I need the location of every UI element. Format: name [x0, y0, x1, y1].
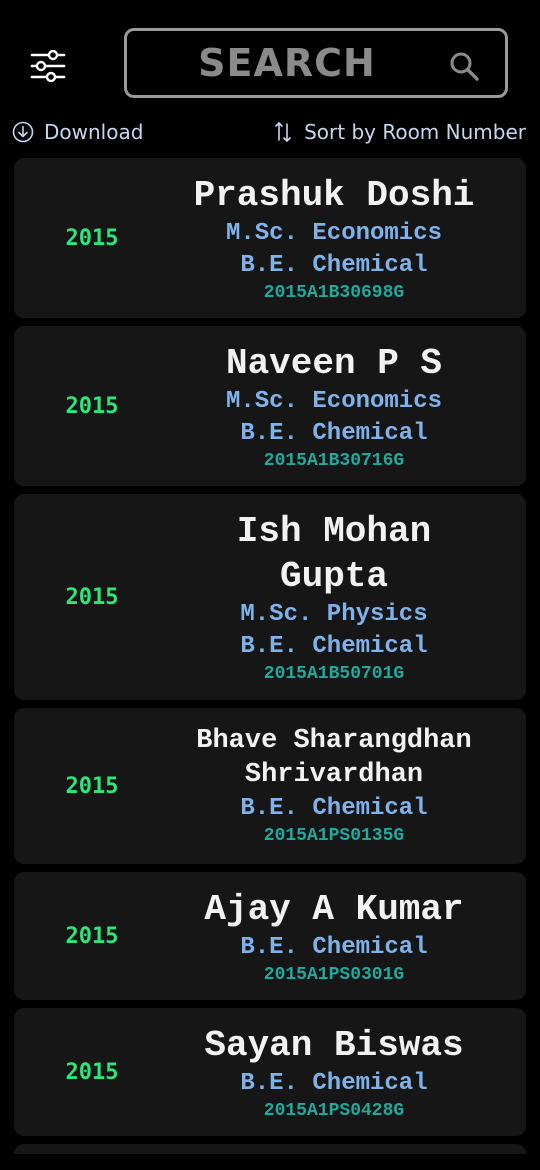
sort-label: Sort by Room Number	[304, 120, 526, 144]
student-name: Sayan Biswas	[204, 1024, 464, 1066]
student-name: Ish Mohan Gupta	[236, 511, 432, 597]
top-bar: SEARCH	[0, 0, 540, 112]
student-card[interactable]: 2015 Ish Mohan Gupta M.Sc. Physics B.E. …	[14, 494, 526, 700]
student-year: 2015	[65, 923, 119, 949]
student-degree: M.Sc. Economics	[225, 219, 443, 247]
actions-bar: Download Sort by Room Number	[0, 116, 540, 148]
student-card[interactable]: 2015 Ajay A Kumar B.E. Chemical 2015A1PS…	[14, 872, 526, 1000]
filter-button[interactable]	[28, 46, 68, 86]
student-degree: B.E. Chemical	[240, 933, 428, 961]
student-id: 2015A1B30716G	[263, 450, 405, 471]
student-card[interactable]: 2015 Naveen P S M.Sc. Economics B.E. Che…	[14, 326, 526, 486]
student-id: 2015A1PS0301G	[263, 964, 405, 985]
student-degree: B.E. Chemical	[240, 419, 428, 447]
student-info: Prashuk Doshi M.Sc. Economics B.E. Chemi…	[156, 158, 512, 318]
student-degree: B.E. Chemical	[240, 1069, 428, 1097]
student-id: 2015A1PS0428G	[263, 1100, 405, 1121]
download-icon	[12, 121, 34, 143]
student-year: 2015	[65, 773, 119, 799]
student-year: 2015	[65, 584, 119, 610]
sliders-icon	[30, 50, 66, 82]
student-year: 2015	[65, 393, 119, 419]
student-year: 2015	[65, 225, 119, 251]
student-year: 2015	[65, 1059, 119, 1085]
student-degree: M.Sc. Economics	[225, 387, 443, 415]
student-name: Prashuk Doshi	[193, 174, 475, 216]
student-id: 2015A1B50701G	[263, 664, 405, 684]
student-info: Bhave Sharangdhan Shrivardhan B.E. Chemi…	[156, 708, 512, 864]
student-degree: M.Sc. Physics	[240, 601, 428, 628]
download-label: Download	[44, 120, 144, 144]
student-name: Bhave Sharangdhan Shrivardhan	[196, 726, 472, 790]
student-degree: B.E. Chemical	[240, 251, 428, 279]
student-card-partial[interactable]	[14, 1144, 526, 1154]
student-info: Naveen P S M.Sc. Economics B.E. Chemical…	[156, 326, 512, 486]
student-id: 2015A1B30698G	[263, 282, 405, 303]
student-list: 2015 Prashuk Doshi M.Sc. Economics B.E. …	[14, 158, 526, 1154]
student-card[interactable]: 2015 Sayan Biswas B.E. Chemical 2015A1PS…	[14, 1008, 526, 1136]
student-info: Ajay A Kumar B.E. Chemical 2015A1PS0301G	[156, 872, 512, 1000]
student-degree: B.E. Chemical	[240, 794, 428, 822]
sort-button[interactable]: Sort by Room Number	[274, 116, 526, 148]
sort-icon	[275, 122, 291, 142]
student-degree: B.E. Chemical	[240, 633, 428, 660]
download-button[interactable]: Download	[12, 116, 143, 148]
student-card[interactable]: 2015 Prashuk Doshi M.Sc. Economics B.E. …	[14, 158, 526, 318]
search-icon[interactable]	[449, 51, 479, 81]
student-name: Ajay A Kumar	[204, 888, 464, 930]
search-placeholder: SEARCH	[198, 41, 376, 85]
student-name: Naveen P S	[225, 342, 443, 384]
student-card[interactable]: 2015 Bhave Sharangdhan Shrivardhan B.E. …	[14, 708, 526, 864]
student-info: Ish Mohan Gupta M.Sc. Physics B.E. Chemi…	[156, 494, 512, 700]
student-info: Sayan Biswas B.E. Chemical 2015A1PS0428G	[156, 1008, 512, 1136]
student-id: 2015A1PS0135G	[263, 825, 405, 846]
search-input[interactable]: SEARCH	[124, 28, 508, 98]
